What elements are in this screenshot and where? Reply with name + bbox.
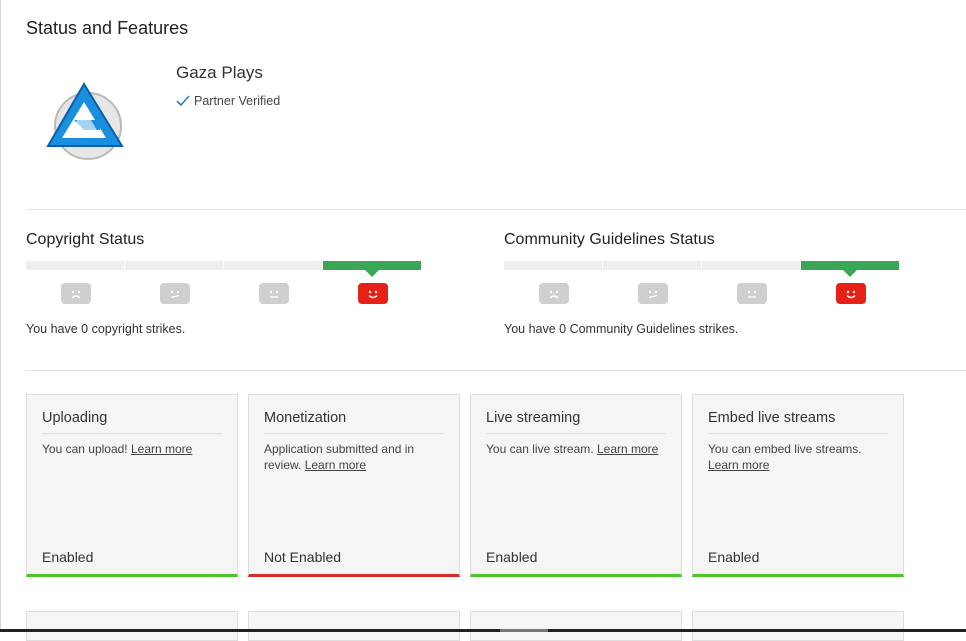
divider [26,370,966,371]
unsure-face-icon [159,283,190,304]
strike-segment [504,261,602,270]
card-status: Enabled [486,549,538,565]
strike-segment [224,261,322,270]
card-description-text: You can live stream. [486,442,594,456]
learn-more-link[interactable]: Learn more [597,442,658,456]
strike-segment [702,261,800,270]
sad-face-icon [538,283,569,304]
learn-more-link[interactable]: Learn more [708,458,769,472]
strike-segment [603,261,701,270]
strike-segment [26,261,124,270]
learn-more-link[interactable]: Learn more [131,442,192,456]
card-divider [264,433,444,434]
copyright-strikes-text: You have 0 copyright strikes. [26,322,186,336]
feature-card-live-streaming: Live streaming You can live stream. Lear… [470,394,682,577]
card-title: Monetization [264,410,347,426]
card-description: Application submitted and in review. Lea… [264,441,444,473]
neutral-face-icon [736,283,767,304]
channel-logo [44,78,128,162]
card-status: Not Enabled [264,549,342,565]
feature-card-embed-live-streams: Embed live streams You can embed live st… [692,394,904,577]
feature-card-partial [470,611,682,641]
card-description-text: You can embed live streams. [708,442,862,456]
feature-card-partial [692,611,904,641]
card-divider [486,433,666,434]
happy-face-icon [835,283,866,304]
divider [26,209,966,210]
card-description: You can live stream. Learn more [486,441,666,457]
copyright-faces [26,283,422,304]
card-status: Enabled [708,549,760,565]
unsure-face-icon [637,283,668,304]
happy-face-icon [357,283,388,304]
feature-card-partial [26,611,238,641]
strike-segment-active [801,261,899,277]
card-status: Enabled [42,549,94,565]
community-strikes-text: You have 0 Community Guidelines strikes. [504,322,739,336]
strike-segment [125,261,223,270]
community-guidelines-status-title: Community Guidelines Status [504,231,715,248]
partner-verified-status: Partner Verified [176,94,280,108]
card-title: Embed live streams [708,410,836,426]
card-divider [708,433,888,434]
learn-more-link[interactable]: Learn more [305,458,366,472]
copyright-status-title: Copyright Status [26,231,145,248]
card-title: Live streaming [486,410,581,426]
page-title: Status and Features [26,18,189,38]
card-description: You can embed live streams. Learn more [708,441,888,473]
community-faces [504,283,900,304]
channel-name: Gaza Plays [176,63,263,82]
window-edge [0,0,1,632]
strike-segment-active [323,261,421,277]
feature-card-monetization: Monetization Application submitted and i… [248,394,460,577]
neutral-face-icon [258,283,289,304]
feature-card-partial [248,611,460,641]
sad-face-icon [60,283,91,304]
card-divider [42,433,222,434]
verified-label: Partner Verified [194,94,281,108]
copyright-strike-bar [26,261,422,277]
card-description: You can upload! Learn more [42,441,222,457]
card-title: Uploading [42,410,108,426]
checkmark-icon [176,95,190,107]
community-strike-bar [504,261,900,277]
card-description-text: You can upload! [42,442,128,456]
feature-card-uploading: Uploading You can upload! Learn more Ena… [26,394,238,577]
